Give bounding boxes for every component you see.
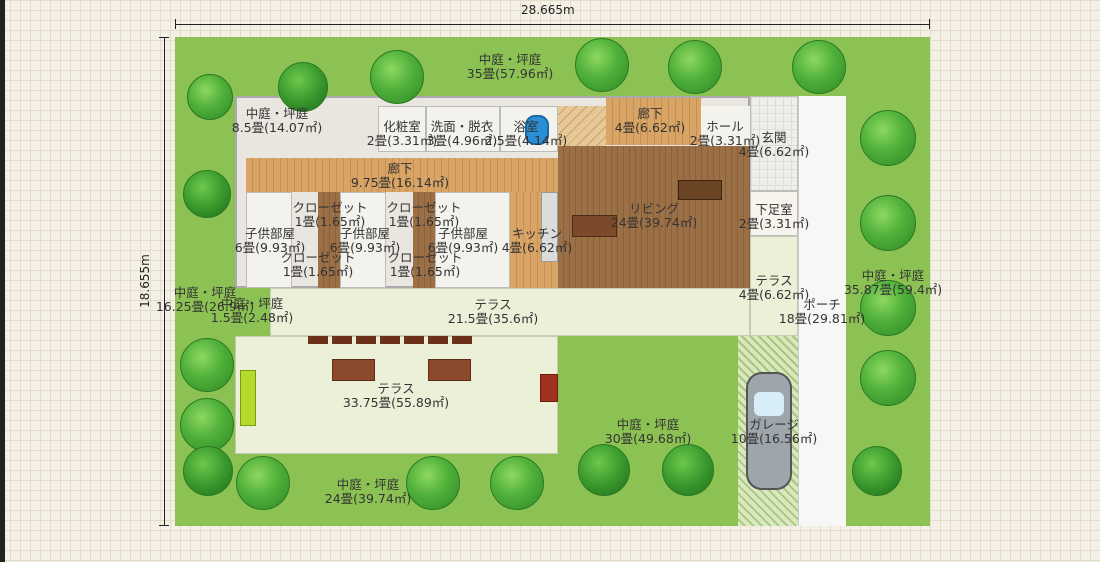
tree-icon (180, 338, 234, 392)
tree-icon (183, 170, 231, 218)
tree-icon (490, 456, 544, 510)
label-garden-bottom: 中庭・坪庭 24畳(39.74㎡) (324, 477, 412, 506)
tree-icon (852, 446, 902, 496)
tree-icon (668, 40, 722, 94)
label-garden-top: 中庭・坪庭 35畳(57.96㎡) (466, 52, 554, 81)
label-closet-1: クローゼット 1畳(1.65㎡) (292, 200, 368, 229)
tree-icon (792, 40, 846, 94)
tree-icon (406, 456, 460, 510)
tree-icon (578, 444, 630, 496)
label-garage: ガレージ 10畳(16.56㎡) (730, 417, 818, 446)
tree-icon (575, 38, 629, 92)
pool-lane (240, 370, 256, 426)
label-kitchen: キッチン 4畳(6.62㎡) (501, 226, 573, 255)
outdoor-table-2 (428, 359, 471, 381)
grill (540, 374, 558, 402)
tree-icon (236, 456, 290, 510)
label-terrace-mid: テラス 21.5畳(35.6㎡) (447, 297, 539, 326)
label-corridor-top: 廊下 4畳(6.62㎡) (614, 106, 686, 135)
tree-icon (370, 50, 424, 104)
label-corridor-main: 廊下 9.75畳(16.14㎡) (350, 161, 450, 190)
label-garden-right: 中庭・坪庭 35.87畳(59.4㎡) (843, 268, 943, 297)
tree-icon (860, 350, 916, 406)
label-living: リビング 24畳(39.74㎡) (610, 201, 698, 230)
label-garden-mid: 中庭・坪庭 30畳(49.68㎡) (604, 417, 692, 446)
label-closet-2: クローゼット 1畳(1.65㎡) (386, 200, 462, 229)
label-bath: 浴室 2.5畳(4.14㎡) (484, 119, 568, 148)
tree-icon (278, 62, 328, 112)
sofa (678, 180, 722, 200)
tree-icon (662, 444, 714, 496)
label-porch: ポーチ 18畳(29.81㎡) (778, 297, 866, 326)
tree-icon (180, 398, 234, 452)
label-garden-tiny: 中庭・坪庭 1.5畳(2.48㎡) (210, 296, 294, 325)
label-shoe-room: 下足室 2畳(3.31㎡) (738, 202, 810, 231)
tree-icon (860, 195, 916, 251)
label-garden-topleft: 中庭・坪庭 8.5畳(14.07㎡) (231, 106, 323, 135)
label-terrace-big: テラス 33.75畳(55.89㎡) (342, 381, 450, 410)
floor-plan[interactable]: 中庭・坪庭 35畳(57.96㎡) 中庭・坪庭 8.5畳(14.07㎡) 化粧室… (0, 0, 1100, 562)
car-windshield (754, 392, 784, 416)
label-entrance: 玄関 4畳(6.62㎡) (738, 130, 810, 159)
label-closet-3: クローゼット 1畳(1.65㎡) (280, 250, 356, 279)
label-closet-4: クローゼット 1畳(1.65㎡) (387, 250, 463, 279)
outdoor-table-1 (332, 359, 375, 381)
tree-icon (183, 446, 233, 496)
tree-icon (187, 74, 233, 120)
tree-icon (860, 110, 916, 166)
bench-row (308, 336, 472, 344)
